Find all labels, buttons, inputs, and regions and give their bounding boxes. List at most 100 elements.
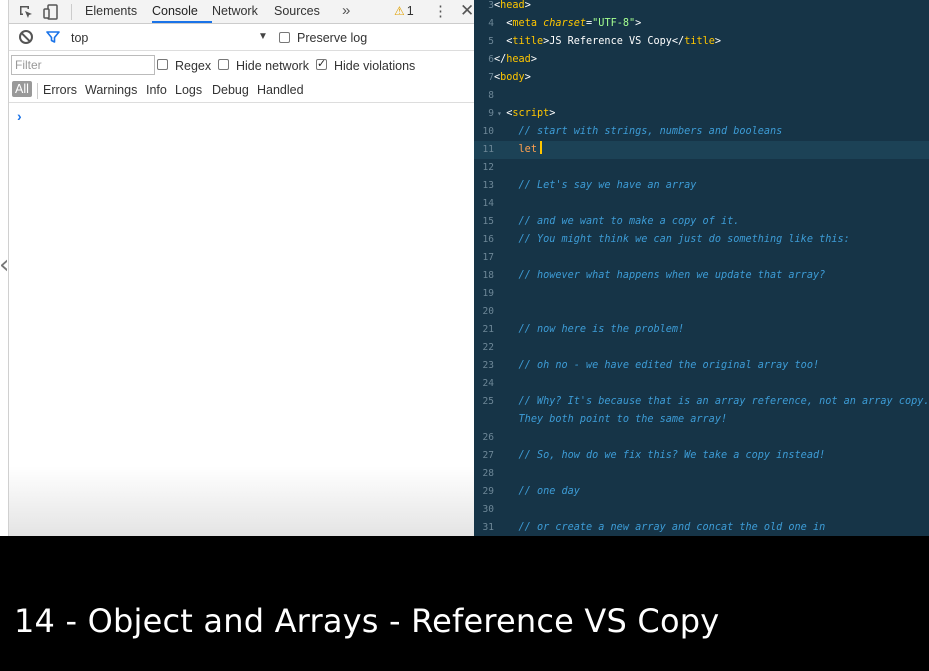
code-token: JS Reference VS Copy [549,36,672,47]
code-token: let [518,144,537,155]
code-token: // start with strings, numbers and boole… [518,126,783,137]
text-cursor [539,141,542,154]
editor-line[interactable]: 18 // however what happens when we updat… [474,267,929,285]
device-toolbar-icon[interactable] [43,4,59,20]
console-toolbar: top ▼ Preserve log [9,25,474,51]
line-number: 13 [482,180,494,191]
editor-line[interactable]: 24 [474,375,929,393]
line-number: 16 [482,234,494,245]
editor-line[interactable]: 16 // You might think we can just do som… [474,231,929,249]
level-logs[interactable]: Logs [175,83,202,97]
warnings-counter[interactable]: ⚠ 1 [394,4,414,18]
editor-line[interactable]: 26 [474,429,929,447]
hide-violations-checkbox[interactable] [316,57,327,70]
line-code: <script> [494,105,555,123]
editor-line[interactable]: 19 [474,285,929,303]
editor-line[interactable]: 10 // start with strings, numbers and bo… [474,123,929,141]
editor-line[interactable]: 7 <body> [474,69,929,87]
line-code: // or create a new array and concat the … [494,519,826,536]
editor-line[interactable]: 27 // So, how do we fix this? We take a … [474,447,929,465]
kebab-menu-icon[interactable]: ⋮ [433,2,448,20]
level-handled[interactable]: Handled [257,83,304,97]
hide-network-label[interactable]: Hide network [236,59,309,73]
devtools-resize-gutter[interactable]: ‹ [0,0,9,536]
clear-console-icon[interactable] [19,30,33,44]
line-number: 15 [482,216,494,227]
editor-line[interactable]: 3 <head> [474,0,929,15]
video-title: 14 - Object and Arrays - Reference VS Co… [14,602,720,640]
editor-line[interactable]: 22 [474,339,929,357]
code-token: head [506,54,531,65]
collapse-arrow-icon[interactable]: ‹ [0,252,9,278]
devtools-panel: ‹ Elements Console Network Sources » ⚠ 1 … [0,0,474,536]
line-code: </head> [494,51,537,69]
context-selector[interactable]: top [71,31,88,45]
line-number: 26 [482,432,494,443]
line-number: 17 [482,252,494,263]
tab-sources[interactable]: Sources [274,4,320,18]
editor-line[interactable]: 8 [474,87,929,105]
warning-count: 1 [406,4,414,18]
code-token: meta [512,18,544,29]
regex-label[interactable]: Regex [175,59,211,73]
line-number: 10 [482,126,494,137]
line-code: <meta charset="UTF-8"> [494,15,641,33]
console-output[interactable]: › [9,104,474,536]
code-token: They both point to the same array! [518,414,728,425]
editor-line[interactable]: 17 [474,249,929,267]
devtools-tabbar: Elements Console Network Sources » ⚠ 1 ⋮ … [9,0,474,24]
preserve-log-label[interactable]: Preserve log [297,31,367,45]
close-icon[interactable]: ✕ [460,1,474,21]
editor-line[interactable]: 11 let [474,141,929,159]
hide-violations-label[interactable]: Hide violations [334,59,415,73]
tab-elements[interactable]: Elements [85,4,137,18]
editor-line[interactable]: 21 // now here is the problem! [474,321,929,339]
log-levels-bar: All Errors Warnings Info Logs Debug Hand… [9,79,474,103]
filter-input[interactable] [11,55,155,75]
level-all[interactable]: All [12,81,32,97]
tab-network[interactable]: Network [212,4,258,18]
more-tabs-icon[interactable]: » [342,2,350,19]
editor-line[interactable]: 20 [474,303,929,321]
video-caption-bar: 14 - Object and Arrays - Reference VS Co… [0,536,929,671]
hide-network-checkbox[interactable] [218,59,229,70]
line-number: 30 [482,504,494,515]
editor-line[interactable]: 5 <title>JS Reference VS Copy</title> [474,33,929,51]
editor-line[interactable]: 25 // Why? It's because that is an array… [474,393,929,411]
editor-line[interactable]: 14 [474,195,929,213]
level-info[interactable]: Info [146,83,167,97]
editor-line[interactable]: 12 [474,159,929,177]
level-warnings[interactable]: Warnings [85,83,137,97]
editor-line[interactable]: 29 // one day [474,483,929,501]
line-number: 11 [482,144,494,155]
level-errors[interactable]: Errors [43,83,77,97]
code-token: > [714,36,721,47]
editor-line[interactable]: 28 [474,465,929,483]
regex-checkbox[interactable] [157,59,168,70]
editor-line[interactable]: 30 [474,501,929,519]
editor-line[interactable]: They both point to the same array! [474,411,929,429]
editor-line[interactable]: 23 // oh no - we have edited the origina… [474,357,929,375]
preserve-log-checkbox[interactable] [279,32,290,43]
inspect-icon[interactable] [18,4,34,20]
tab-console[interactable]: Console [152,4,198,18]
line-code: <title>JS Reference VS Copy</title> [494,33,721,51]
editor-line[interactable]: 9 ▾ <script> [474,105,929,123]
editor-line[interactable]: 4 <meta charset="UTF-8"> [474,15,929,33]
dropdown-arrow-icon[interactable]: ▼ [258,31,268,42]
editor-line[interactable]: 31 // or create a new array and concat t… [474,519,929,536]
editor-line[interactable]: 15 // and we want to make a copy of it. [474,213,929,231]
editor-line[interactable]: 6 </head> [474,51,929,69]
editor-line[interactable]: 13 // Let's say we have an array [474,177,929,195]
line-number: 14 [482,198,494,209]
code-editor[interactable]: 3 <head> 4 <meta charset="UTF-8"> 5 <title>… [474,0,929,536]
level-debug[interactable]: Debug [212,83,249,97]
line-number: 6 [488,54,494,65]
filter-icon[interactable] [46,31,60,43]
